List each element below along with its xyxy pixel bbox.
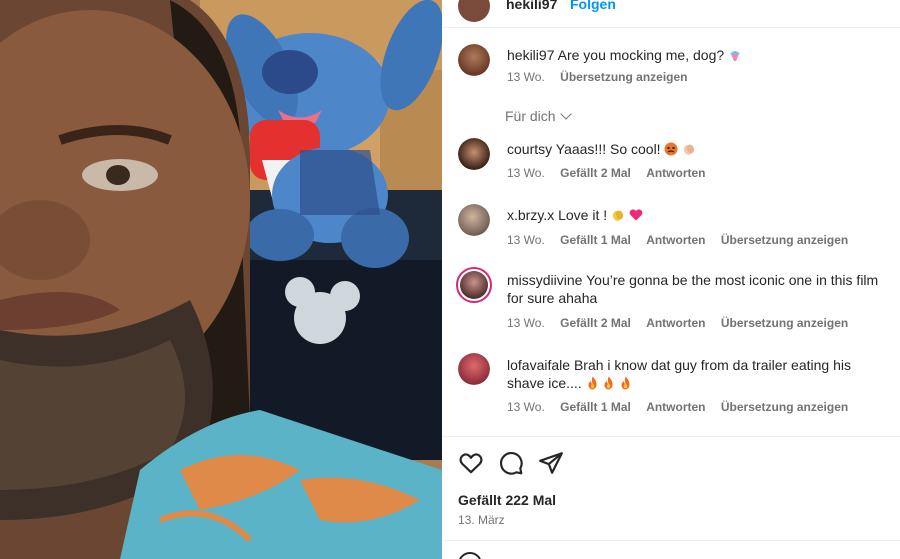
comment-avatar[interactable]: [458, 204, 490, 236]
comment-avatar[interactable]: [458, 138, 490, 170]
caption-username[interactable]: hekili97: [507, 47, 554, 63]
heart-emoji: [629, 209, 643, 221]
follow-button[interactable]: Folgen: [570, 0, 616, 12]
comment-likes[interactable]: Gefällt 2 Mal: [560, 166, 631, 180]
author-username[interactable]: hekili97: [506, 0, 557, 12]
for-you-sort[interactable]: Für dich: [505, 108, 572, 124]
caption-time: 13 Wo.: [507, 70, 545, 84]
caption-text: hekili97 Are you mocking me, dog?: [507, 46, 884, 64]
comment-time: 13 Wo.: [507, 166, 545, 180]
comment-text: lofavaifale Brah i know dat guy from da …: [507, 356, 884, 392]
comment-text: missydiivine You’re gonna be the most ic…: [507, 271, 884, 307]
comment-meta: 13 Wo. Gefällt 2 Mal Antworten Übersetzu…: [507, 316, 860, 330]
comment-username[interactable]: lofavaifale: [507, 357, 570, 373]
reply-button[interactable]: Antworten: [646, 400, 705, 414]
clapping-hands-emoji: [612, 210, 624, 221]
comment-avatar[interactable]: [458, 353, 490, 385]
comment-username[interactable]: courtsy: [507, 141, 552, 157]
chevron-down-icon: [559, 108, 572, 120]
comment-text: x.brzy.x Love it !: [507, 206, 884, 224]
fire-emoji: [604, 376, 614, 390]
clapping-hands-emoji: [684, 144, 695, 155]
caption-translate-link[interactable]: Übersetzung anzeigen: [560, 70, 687, 84]
comment-translate-link[interactable]: Übersetzung anzeigen: [721, 400, 848, 414]
comment-body: Love it !: [558, 207, 608, 223]
comment-text: courtsy Yaaas!!! So cool!: [507, 140, 884, 158]
fire-emoji: [588, 376, 597, 390]
comment-time: 13 Wo.: [507, 233, 545, 247]
comment-body: Yaaas!!! So cool!: [555, 141, 661, 157]
reply-button[interactable]: Antworten: [646, 316, 705, 330]
post-date: 13. März: [458, 513, 505, 527]
comment-translate-link[interactable]: Übersetzung anzeigen: [721, 316, 848, 330]
comment-username[interactable]: x.brzy.x: [507, 207, 554, 223]
emoji-picker-icon[interactable]: [458, 552, 482, 559]
post-header: hekili97 Folgen: [442, 0, 900, 28]
author-avatar[interactable]: [458, 0, 490, 22]
caption-avatar[interactable]: [458, 44, 490, 76]
reply-button[interactable]: Antworten: [646, 166, 705, 180]
comment-likes[interactable]: Gefällt 2 Mal: [560, 316, 631, 330]
comment-username[interactable]: missydiivine: [507, 272, 582, 288]
comment-time: 13 Wo.: [507, 400, 545, 414]
comment-time: 13 Wo.: [507, 316, 545, 330]
caption-body: Are you mocking me, dog?: [557, 47, 725, 63]
comment-meta: 13 Wo. Gefällt 2 Mal Antworten: [507, 166, 718, 180]
comment-translate-link[interactable]: Übersetzung anzeigen: [721, 233, 848, 247]
comment-likes[interactable]: Gefällt 1 Mal: [560, 233, 631, 247]
heart-outline-icon[interactable]: [458, 450, 484, 476]
caption-meta: 13 Wo. Übersetzung anzeigen: [507, 70, 700, 84]
shaved-ice-emoji: [730, 51, 741, 61]
bottom-divider: [442, 540, 900, 541]
actions-divider: [442, 436, 900, 437]
comment-likes[interactable]: Gefällt 1 Mal: [560, 400, 631, 414]
comments-panel: hekili97 Folgen hekili97 Are you mocking…: [442, 0, 900, 559]
paper-plane-icon[interactable]: [538, 450, 564, 476]
post-photo: [0, 0, 442, 559]
likes-count[interactable]: Gefällt 222 Mal: [458, 492, 556, 508]
comment-avatar[interactable]: [456, 267, 492, 303]
angry-face-emoji: [664, 142, 678, 156]
for-you-label: Für dich: [505, 108, 556, 124]
comment-meta: 13 Wo. Gefällt 1 Mal Antworten Übersetzu…: [507, 400, 860, 414]
comment-meta: 13 Wo. Gefällt 1 Mal Antworten Übersetzu…: [507, 233, 860, 247]
fire-emoji: [621, 376, 630, 390]
reply-button[interactable]: Antworten: [646, 233, 705, 247]
comment-bubble-icon[interactable]: [498, 450, 524, 476]
